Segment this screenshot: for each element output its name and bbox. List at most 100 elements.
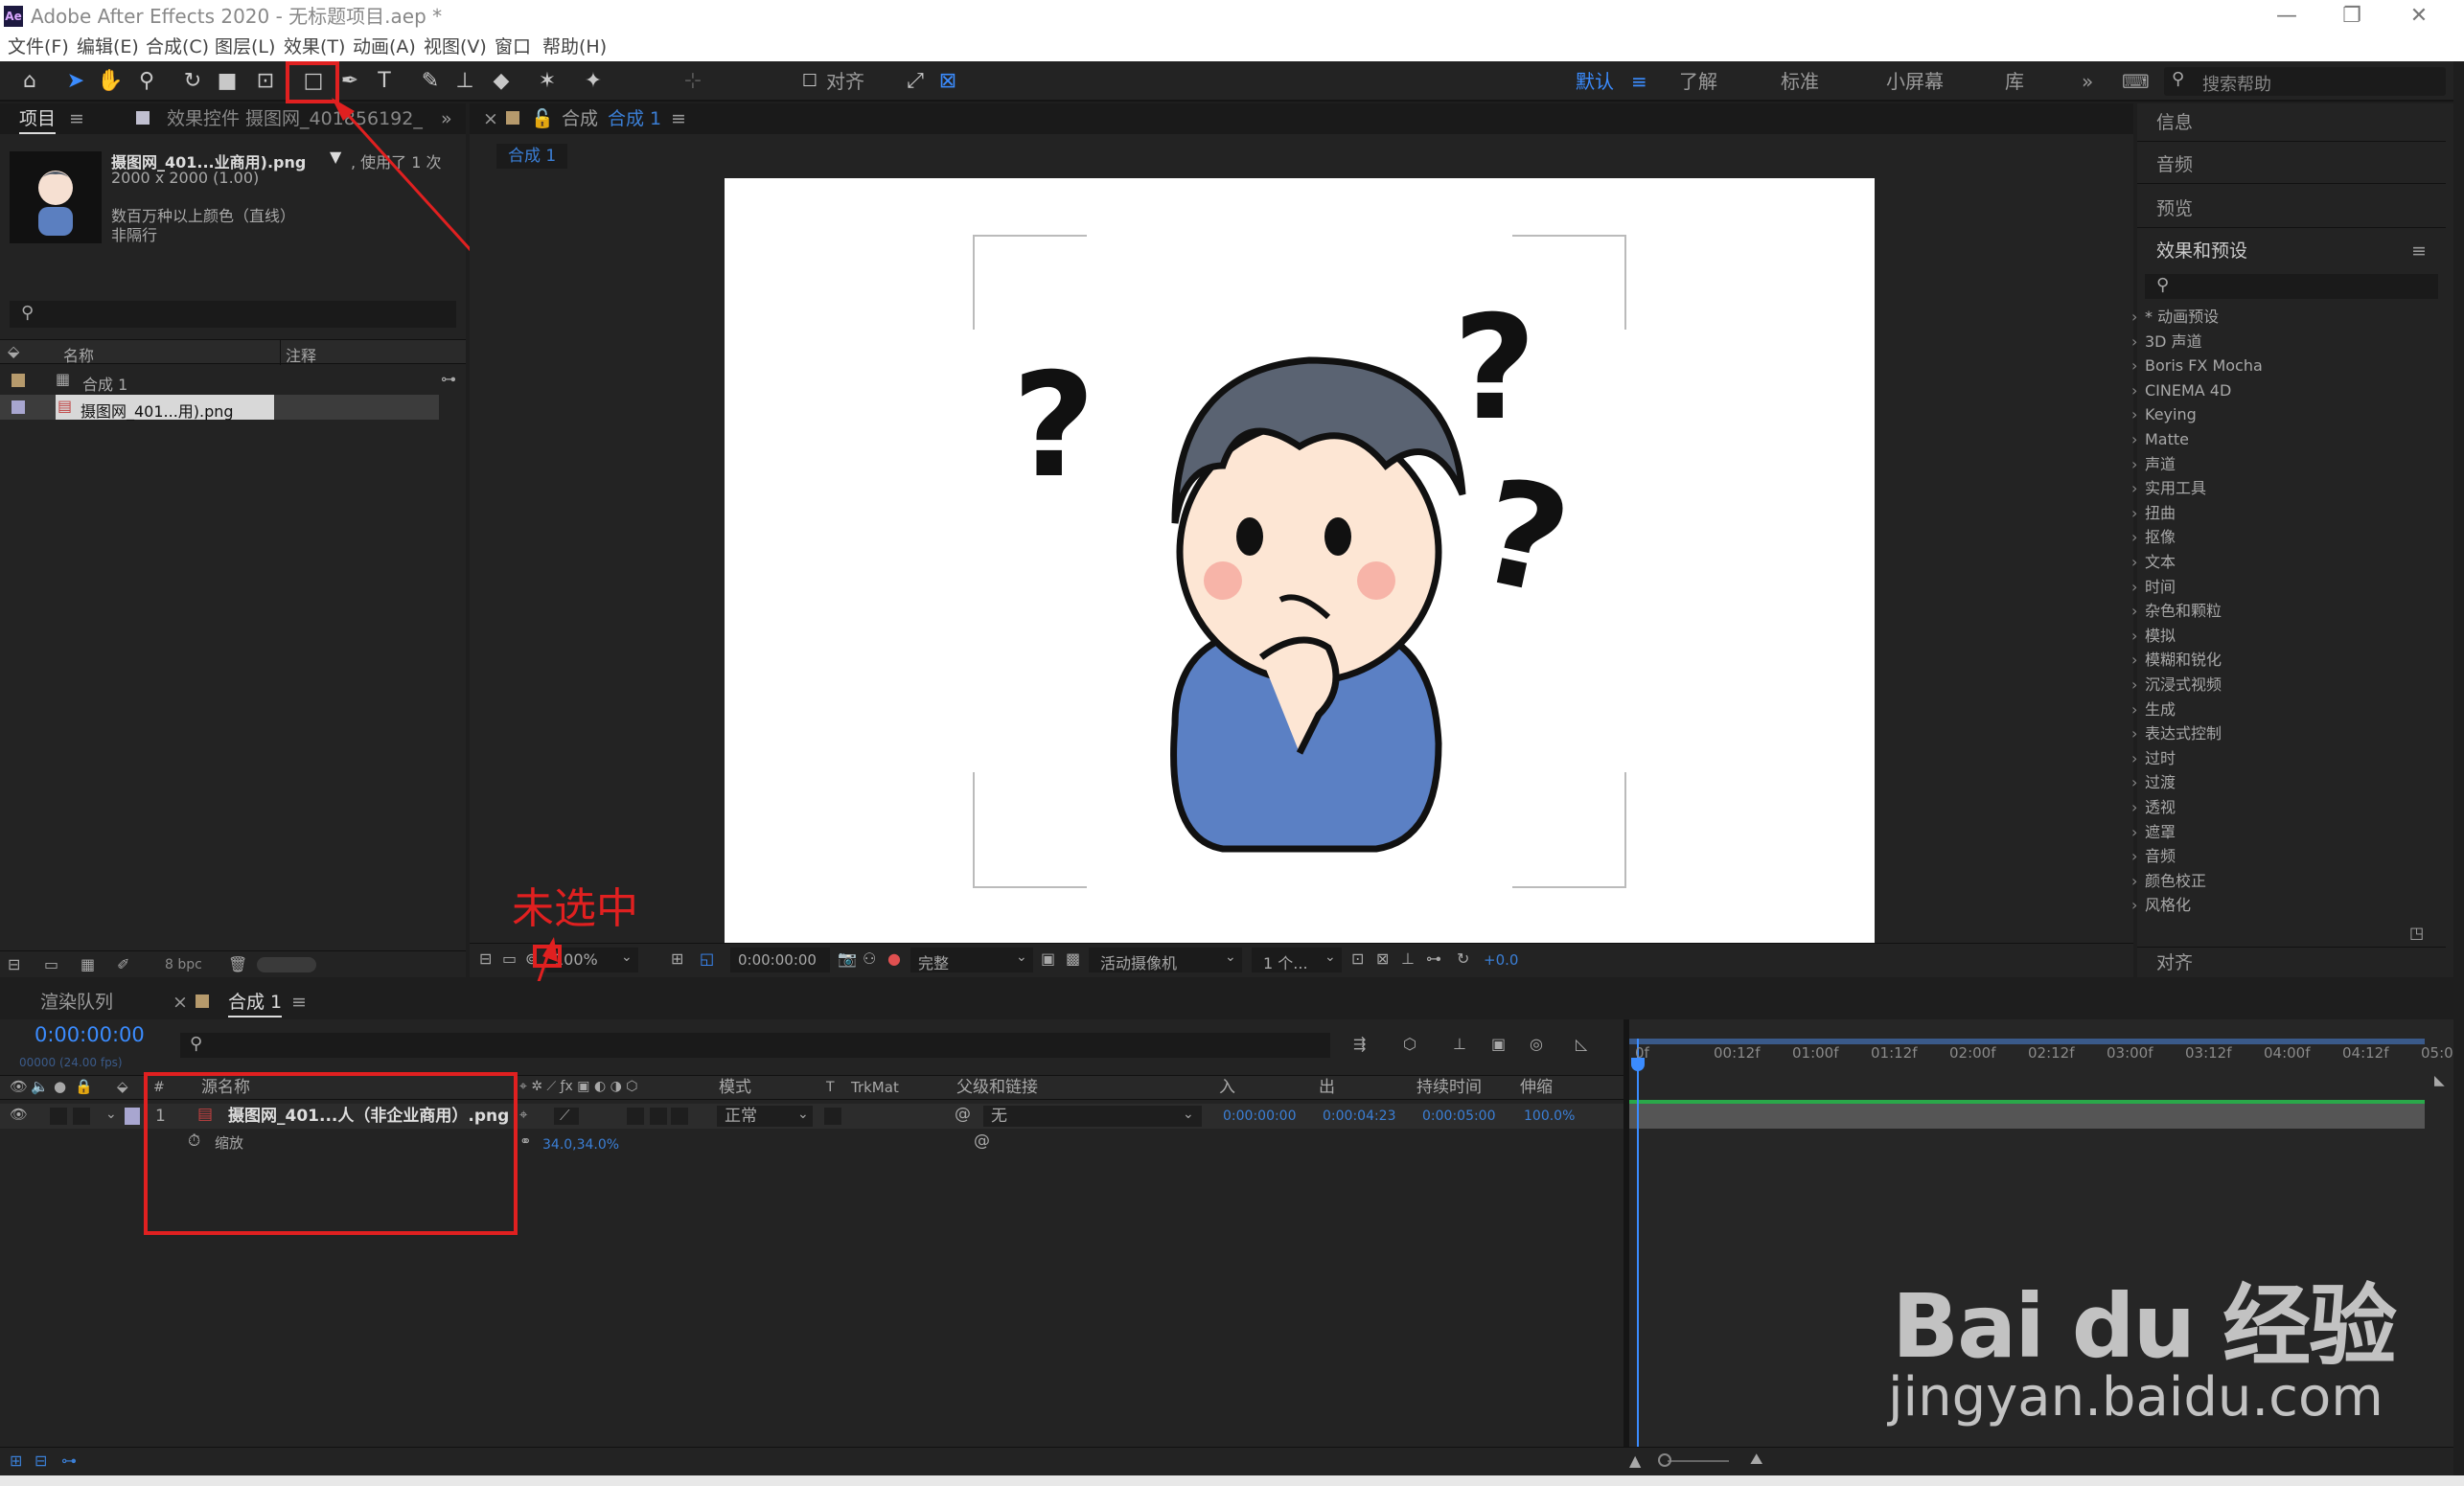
menu-effect[interactable]: 效果(T)	[284, 33, 345, 61]
graph-editor-icon[interactable]: ◺	[1576, 1035, 1587, 1053]
workspace-library[interactable]: 库	[2005, 69, 2024, 94]
effect-category-item[interactable]: 扭曲	[2131, 503, 2176, 524]
close-tab-icon[interactable]: ×	[173, 989, 188, 1016]
zoom-out-icon[interactable]: ▲	[1629, 1452, 1641, 1470]
camera-tool-icon[interactable]: ■	[213, 67, 242, 96]
minimize-icon[interactable]: —	[2258, 0, 2315, 33]
thumbnail-slider[interactable]	[257, 957, 316, 972]
panel-menu-icon[interactable]: ≡	[2411, 238, 2427, 264]
col-stretch[interactable]: 伸缩	[1520, 1075, 1553, 1100]
effect-category-item[interactable]: 过渡	[2131, 772, 2176, 793]
col-t[interactable]: T	[826, 1075, 835, 1100]
close-icon[interactable]: ✕	[2390, 0, 2448, 33]
close-tab-icon[interactable]: ×	[483, 105, 498, 132]
comp-canvas[interactable]: ? ? ?	[725, 178, 1875, 943]
effect-category-item[interactable]: 文本	[2131, 552, 2176, 573]
effects-search-input[interactable]: ⚲	[2145, 274, 2438, 299]
expression-pickwhip-icon[interactable]: @	[974, 1129, 990, 1154]
menu-animation[interactable]: 动画(A)	[353, 33, 416, 61]
panel-menu-icon[interactable]: ≡	[69, 105, 84, 132]
timeline-current-time[interactable]: 0:00:00:00	[35, 1023, 145, 1046]
transparency-grid-icon[interactable]: ◱	[700, 949, 714, 968]
workspace-menu-icon[interactable]: ≡	[1631, 69, 1647, 94]
flowchart-icon[interactable]: ⊶	[1426, 949, 1441, 968]
timeline-end-icon[interactable]: ◣	[2434, 1073, 2445, 1088]
effect-category-item[interactable]: 颜色校正	[2131, 871, 2206, 892]
more-workspaces-icon[interactable]: »	[2082, 69, 2093, 94]
effect-category-item[interactable]: * 动画预设	[2131, 307, 2219, 328]
effect-category-item[interactable]: 风格化	[2131, 895, 2191, 916]
timeline-zoom-slider[interactable]	[1668, 1460, 1729, 1462]
new-composition-icon[interactable]: ▦	[81, 955, 95, 973]
constrain-proportions-icon[interactable]: ⚭	[519, 1129, 532, 1154]
list-item[interactable]: ▤ 摄图网_401...用).png	[0, 395, 439, 421]
hide-shy-icon[interactable]: ⊥	[1453, 1035, 1466, 1053]
home-icon[interactable]: ⌂	[15, 67, 44, 96]
align-panel-header[interactable]: 对齐	[2137, 947, 2446, 977]
transfer-controls-icon[interactable]: ⊶	[61, 1452, 77, 1470]
list-item[interactable]: ▦ 合成 1 ⊶	[0, 368, 466, 394]
table-row[interactable]: ⏱ 缩放 ⚭ 34.0,34.0% @	[0, 1131, 1625, 1155]
menu-view[interactable]: 视图(V)	[424, 33, 487, 61]
help-search-box[interactable]: ⚲ 搜索帮助	[2164, 67, 2446, 96]
layer-duration[interactable]: 0:00:05:00	[1422, 1104, 1496, 1129]
draft-3d-icon[interactable]: ⬡	[1403, 1035, 1416, 1053]
timeline-icon[interactable]: ⊥	[1401, 949, 1415, 968]
frame-blending-icon[interactable]: ▣	[1491, 1035, 1506, 1053]
workspace-small-screen[interactable]: 小屏幕	[1886, 69, 1944, 94]
project-search-input[interactable]: ⚲	[10, 301, 456, 328]
keyboard-icon[interactable]: ⌨	[2122, 69, 2150, 94]
layer-in[interactable]: 0:00:00:00	[1223, 1104, 1297, 1129]
viewer-timecode[interactable]: 0:00:00:00	[730, 948, 830, 972]
selection-tool-icon[interactable]: ➤	[61, 67, 90, 96]
tab-render-queue[interactable]: 渲染队列	[40, 989, 113, 1016]
lock-icon[interactable]: 🔓	[531, 105, 554, 132]
effect-category-item[interactable]: 模拟	[2131, 626, 2176, 647]
layer-switches-icon[interactable]: ⌖ ✲ ⟋ ƒx ▣ ◐ ◑ ⬡	[519, 1074, 638, 1099]
reset-exposure-icon[interactable]: ↻	[1457, 949, 1469, 968]
video-switch-icon[interactable]: 👁	[10, 1074, 28, 1099]
3d-box[interactable]	[650, 1108, 667, 1125]
col-name[interactable]: 名称	[63, 343, 94, 366]
parent-select[interactable]: 无 ⌄	[983, 1106, 1202, 1127]
panel-menu-icon[interactable]: ≡	[291, 989, 307, 1016]
col-duration[interactable]: 持续时间	[1416, 1075, 1482, 1100]
effect-category-item[interactable]: 3D 声道	[2131, 331, 2201, 353]
effect-category-item[interactable]: 模糊和锐化	[2131, 650, 2222, 671]
layer-switches-toggle-icon[interactable]: ⊟	[35, 1452, 47, 1470]
menu-edit[interactable]: 编辑(E)	[77, 33, 139, 61]
audio-switch-icon[interactable]: 🔈	[31, 1074, 49, 1099]
col-in[interactable]: 入	[1219, 1075, 1235, 1100]
channel-icon[interactable]: ●	[887, 949, 901, 968]
col-out[interactable]: 出	[1319, 1075, 1335, 1100]
shy-switch-icon[interactable]: ⌖	[519, 1102, 527, 1127]
tab-comp[interactable]: 合成 1	[228, 989, 283, 1017]
snap-icon[interactable]: ⤢	[901, 67, 930, 96]
effect-category-item[interactable]: 抠像	[2131, 527, 2176, 548]
interpret-footage-icon[interactable]: ⊟	[8, 955, 20, 973]
resolution-select[interactable]: 完整 ⌄	[910, 948, 1033, 972]
render-time-icon[interactable]: ⊞	[10, 1452, 22, 1470]
transparency-icon[interactable]: ▩	[1066, 949, 1080, 968]
workspace-learn[interactable]: 了解	[1679, 69, 1717, 94]
snapshot-icon[interactable]: 📷	[838, 949, 857, 968]
effect-category-item[interactable]: 实用工具	[2131, 478, 2206, 499]
layer-stretch[interactable]: 100.0%	[1524, 1104, 1575, 1129]
video-visible-icon[interactable]: 👁	[10, 1102, 28, 1127]
align-checkbox[interactable]: ☐	[795, 67, 824, 96]
menu-help[interactable]: 帮助(H)	[542, 33, 607, 61]
effect-category-item[interactable]: 杂色和颗粒	[2131, 601, 2222, 622]
effects-panel-header[interactable]: 效果和预设 ≡	[2137, 232, 2446, 270]
effect-category-item[interactable]: 音频	[2131, 846, 2176, 867]
chevron-down-icon[interactable]: ⌄	[105, 1102, 117, 1127]
menu-composition[interactable]: 合成(C)	[146, 33, 209, 61]
bit-depth[interactable]: 8 bpc	[165, 957, 202, 972]
stopwatch-icon[interactable]: ⏱	[188, 1129, 200, 1154]
roto-brush-tool-icon[interactable]: ✶	[533, 67, 562, 96]
views-select[interactable]: 1 个... ⌄	[1252, 948, 1342, 972]
effect-category-item[interactable]: 表达式控制	[2131, 723, 2222, 744]
hand-tool-icon[interactable]: ✋	[96, 67, 125, 96]
new-folder-icon[interactable]: ▭	[44, 955, 58, 973]
layer-name[interactable]: 摄图网_401...人（非企业商用）.png	[228, 1104, 509, 1129]
solo-box[interactable]	[50, 1108, 67, 1125]
